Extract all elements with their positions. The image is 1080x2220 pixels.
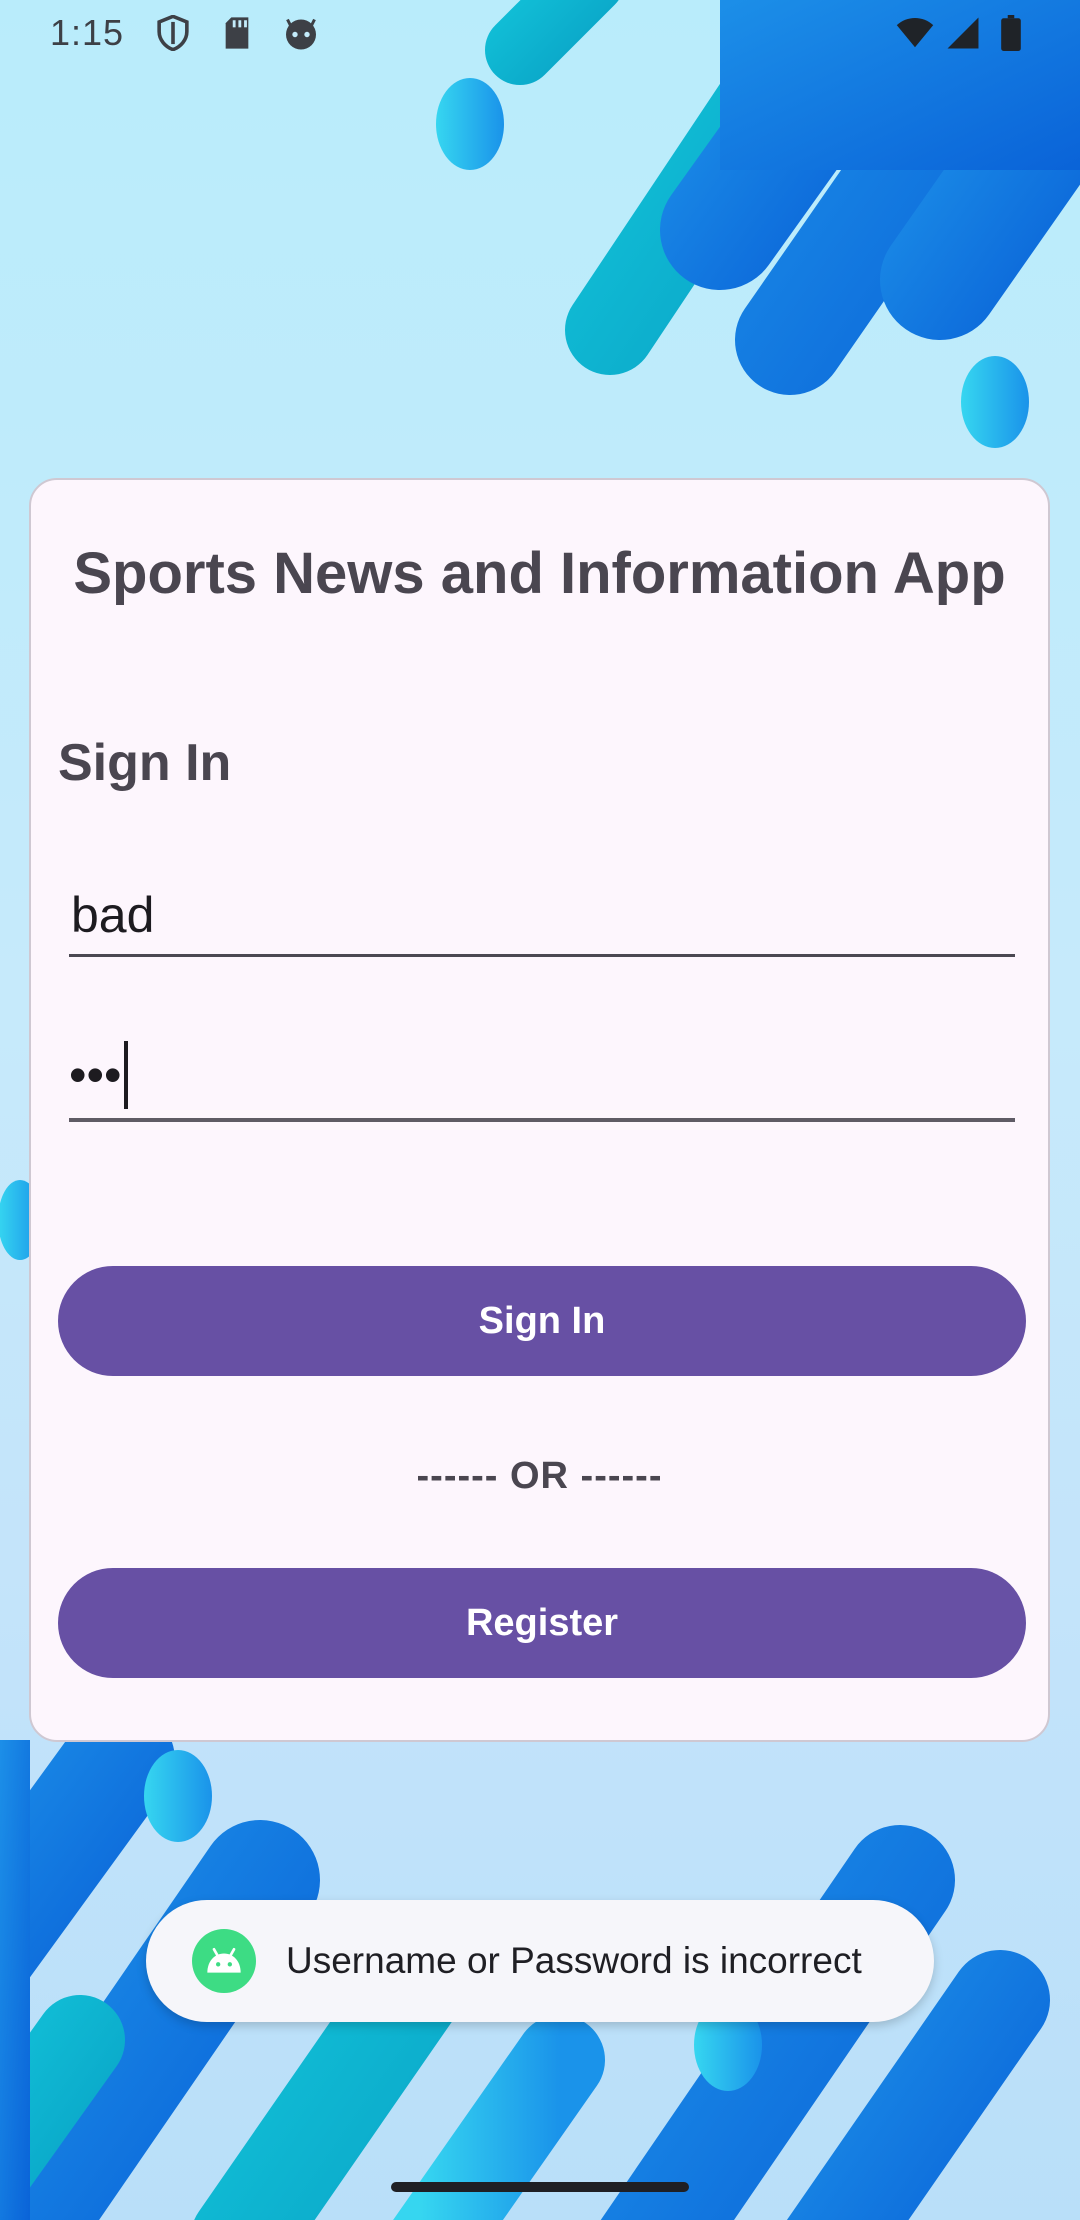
gesture-nav-handle[interactable]	[391, 2182, 689, 2192]
username-field	[69, 875, 1015, 957]
battery-icon	[992, 14, 1030, 52]
status-time: 1:15	[50, 12, 125, 53]
password-field[interactable]: •••	[69, 1032, 1015, 1122]
error-toast: Username or Password is incorrect	[146, 1900, 934, 2022]
sign-in-card: Sports News and Information App Sign In …	[29, 478, 1050, 1742]
username-input[interactable]	[69, 875, 1015, 954]
status-left-icons	[154, 14, 320, 52]
register-button[interactable]: Register	[58, 1568, 1026, 1678]
app-title: Sports News and Information App	[73, 541, 1006, 606]
text-cursor	[123, 1041, 128, 1109]
shield-icon	[154, 14, 192, 52]
password-input[interactable]: •••	[69, 1032, 128, 1118]
android-icon	[192, 1929, 256, 1993]
or-divider: ------ OR ------	[416, 1455, 663, 1497]
sd-card-icon	[218, 14, 256, 52]
status-bar: 1:15	[0, 0, 1080, 66]
status-right-icons	[896, 14, 1030, 52]
password-masked-value: •••	[69, 1047, 122, 1103]
sign-in-heading: Sign In	[58, 734, 232, 792]
cell-signal-icon	[944, 14, 982, 52]
sign-in-button[interactable]: Sign In	[58, 1266, 1026, 1376]
android-head-icon	[282, 14, 320, 52]
toast-message: Username or Password is incorrect	[286, 1940, 862, 1981]
wifi-icon	[896, 14, 934, 52]
